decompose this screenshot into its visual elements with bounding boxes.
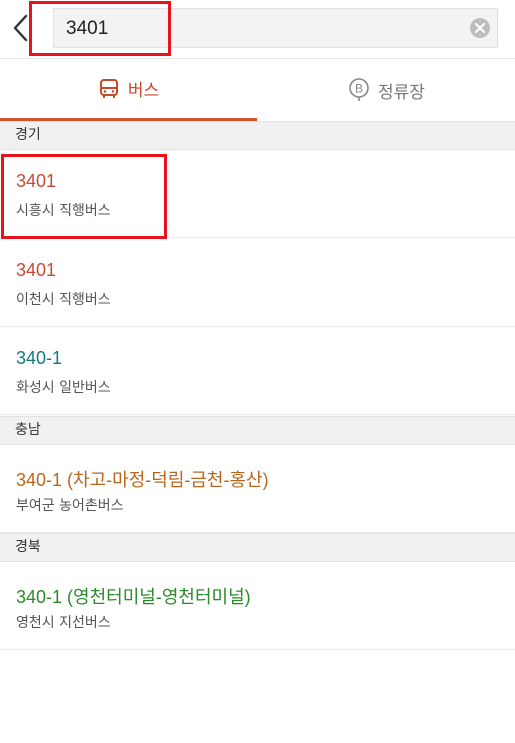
top-bar — [0, 0, 515, 59]
bus-icon — [99, 78, 118, 98]
clear-search-icon[interactable] — [469, 17, 491, 39]
bus-description: 영천시 지선버스 — [16, 615, 111, 631]
tab-bus-label: 버스 — [127, 81, 160, 101]
bus-description: 이천시 직행버스 — [16, 292, 111, 308]
region-title: 경북 — [15, 539, 41, 555]
bus-result-row[interactable]: 340-1 화성시 일반버스 — [0, 327, 515, 415]
bus-description: 화성시 일반버스 — [16, 380, 111, 396]
bus-result-row[interactable]: 340-1 (차고-마정-덕림-금천-홍산) 부여군 농어촌버스 — [0, 445, 515, 533]
bus-number: 340-1 (차고-마정-덕림-금천-홍산) — [16, 470, 269, 490]
back-arrow-icon[interactable] — [6, 10, 36, 46]
region-title: 경기 — [15, 127, 41, 143]
region-title: 충남 — [15, 422, 41, 438]
bus-description: 부여군 농어촌버스 — [16, 498, 124, 514]
bus-number: 3401 — [16, 260, 57, 280]
bus-result-row[interactable]: 3401 이천시 직행버스 — [0, 239, 515, 327]
tab-bus-stop[interactable]: B 정류장 — [258, 59, 515, 121]
region-header-gyeonggi: 경기 — [0, 121, 515, 150]
region-header-gyeongbuk: 경북 — [0, 533, 515, 562]
bus-stop-icon: B — [349, 78, 369, 101]
tab-bus-stop-label: 정류장 — [378, 82, 425, 103]
svg-text:B: B — [355, 82, 363, 96]
search-box[interactable] — [53, 8, 498, 49]
bus-number: 3401 — [16, 171, 57, 191]
region-header-chungnam: 충남 — [0, 416, 515, 445]
search-type-tabs: 버스 B 정류장 — [0, 59, 515, 122]
bus-number: 340-1 — [16, 348, 63, 368]
search-input[interactable] — [64, 9, 458, 49]
tab-bus[interactable]: 버스 — [0, 59, 257, 121]
bus-result-row[interactable]: 340-1 (영천터미널-영천터미널) 영천시 지선버스 — [0, 562, 515, 650]
bus-number: 340-1 (영천터미널-영천터미널) — [16, 587, 251, 607]
bus-result-row[interactable]: 3401 시흥시 직행버스 — [0, 150, 515, 238]
bus-description: 시흥시 직행버스 — [16, 203, 111, 219]
